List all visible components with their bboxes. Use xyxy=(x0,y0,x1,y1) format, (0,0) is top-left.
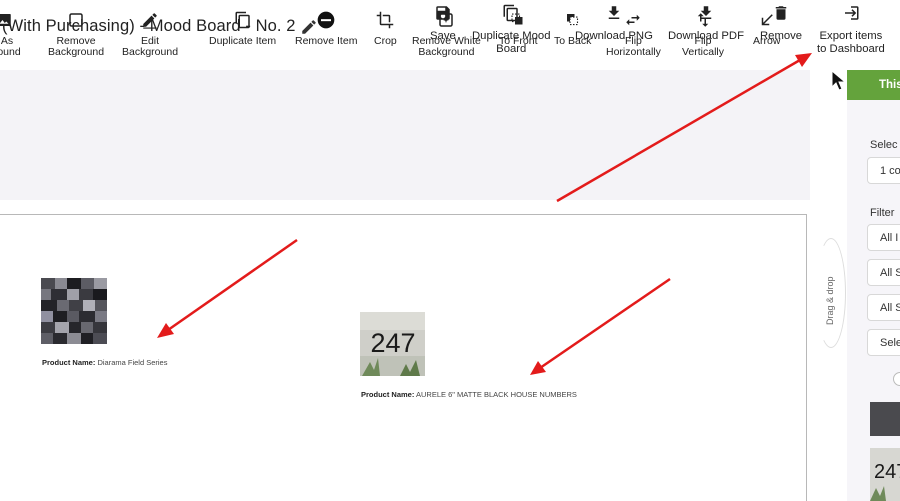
select-label: Selec xyxy=(870,139,898,151)
product-image xyxy=(41,278,107,344)
remove-item-label: Remove Item xyxy=(295,35,358,47)
to-front-label: To Front xyxy=(499,35,538,47)
flip-horizontal-icon xyxy=(623,10,643,30)
minus-circle-icon xyxy=(316,10,336,30)
flip-horizontal-label-2: Horizontally xyxy=(606,46,661,58)
item-toolbar xyxy=(0,70,810,200)
to-back-tool[interactable]: To Back xyxy=(554,10,591,47)
arrow-tool[interactable]: Arrow xyxy=(753,10,780,47)
drag-drop-label: Drag & drop xyxy=(825,276,835,325)
tab-this-label: This xyxy=(879,79,900,91)
set-as-background-label-2: ground xyxy=(0,46,21,58)
house-number-text: 247 xyxy=(370,328,415,358)
remove-background-tool[interactable]: Remove Background xyxy=(48,10,104,58)
product-caption-diarama: Product Name: Diarama Field Series xyxy=(42,358,167,367)
product-name-value: AURELE 6" MATTE BLACK HOUSE NUMBERS xyxy=(416,390,577,399)
filter-dropdown-3[interactable]: All S xyxy=(867,294,900,321)
product-caption-house-numbers: Product Name: AURELE 6" MATTE BLACK HOUS… xyxy=(361,390,577,399)
product-name-label: Product Name: xyxy=(361,390,415,399)
edit-background-label-2: Background xyxy=(122,46,179,58)
product-name-value: Diarama Field Series xyxy=(97,358,168,367)
mouse-cursor-icon xyxy=(831,70,847,91)
filter-dropdown-2[interactable]: All S xyxy=(867,259,900,286)
radio-toggle[interactable] xyxy=(893,372,900,386)
duplicate-item-label: Duplicate Item xyxy=(209,35,277,47)
arrow-label: Arrow xyxy=(753,35,781,47)
export-items-label-2: to Dashboard xyxy=(817,42,885,55)
arrow-icon xyxy=(757,10,777,30)
export-items-label-1: Export items xyxy=(819,30,883,42)
select-dropdown[interactable]: 1 co xyxy=(867,157,900,184)
thumbnail-image: 247 xyxy=(870,461,900,501)
flip-horizontal-tool[interactable]: Flip Horizontally xyxy=(606,10,661,58)
bring-front-icon xyxy=(508,10,528,30)
tab-this[interactable]: This xyxy=(847,70,900,100)
product-thumbnail[interactable] xyxy=(870,402,900,436)
product-image: 247 xyxy=(360,312,425,376)
product-item-diarama[interactable] xyxy=(41,278,107,349)
svg-text:247: 247 xyxy=(874,461,900,483)
filter-label: Filter xyxy=(870,207,895,219)
edit-background-tool[interactable]: Edit Background xyxy=(122,10,178,58)
crop-icon xyxy=(375,10,395,30)
sparkle-square-icon xyxy=(436,10,456,30)
export-icon xyxy=(841,3,861,23)
remove-item-tool[interactable]: Remove Item xyxy=(295,10,357,47)
crop-label: Crop xyxy=(374,35,397,47)
image-icon xyxy=(0,10,14,30)
remove-white-background-tool[interactable]: Remove White Background xyxy=(412,10,481,58)
mood-board-canvas[interactable]: Product Name: Diarama Field Series 247 P… xyxy=(0,214,807,501)
flip-vertical-label-2: Vertically xyxy=(682,46,725,58)
crop-tool[interactable]: Crop xyxy=(374,10,397,47)
filter-dropdown-1[interactable]: All I xyxy=(867,224,900,251)
flip-vertical-tool[interactable]: Flip Vertically xyxy=(682,10,724,58)
square-outline-icon xyxy=(66,10,86,30)
pencil-icon xyxy=(140,10,160,30)
duplicate-item-tool[interactable]: Duplicate Item xyxy=(209,10,276,47)
remove-background-label-2: Background xyxy=(48,46,105,58)
to-front-tool[interactable]: To Front xyxy=(499,10,538,47)
product-thumbnail[interactable]: 247 xyxy=(870,448,900,501)
remove-white-background-label-2: Background xyxy=(418,46,475,58)
send-back-icon xyxy=(563,10,583,30)
to-back-label: To Back xyxy=(554,35,592,47)
flip-vertical-icon xyxy=(693,10,713,30)
export-items-button[interactable]: Export items to Dashboard xyxy=(817,3,885,55)
filter-dropdown-4[interactable]: Sele xyxy=(867,329,900,356)
product-name-label: Product Name: xyxy=(42,358,96,367)
duplicate-icon xyxy=(233,10,253,30)
product-item-house-numbers[interactable]: 247 xyxy=(360,312,425,381)
set-as-background-tool[interactable]: t As ground xyxy=(0,10,21,58)
